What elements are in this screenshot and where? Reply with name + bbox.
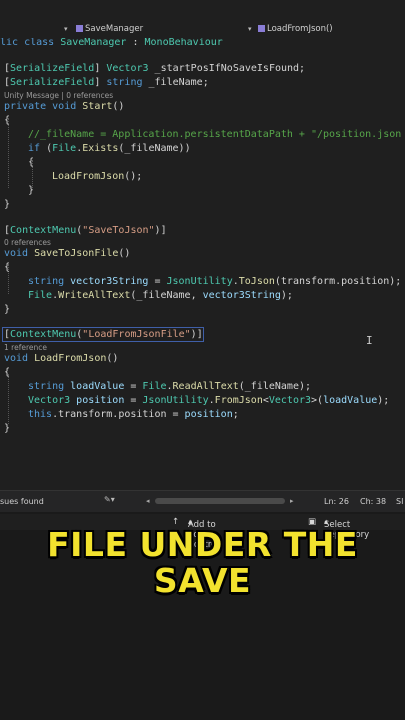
code-line: File.WriteAllText(_fileName, vector3Stri… <box>28 290 293 301</box>
code-line: string vector3String = JsonUtility.ToJso… <box>28 276 402 287</box>
codelens-hint[interactable]: Unity Message | 0 references <box>4 91 113 100</box>
code-line: [ContextMenu("LoadFromJsonFile")] <box>4 329 203 340</box>
class-dropdown[interactable]: SaveManager <box>76 24 143 34</box>
indent-guide <box>8 374 9 424</box>
horizontal-scrollbar[interactable] <box>155 498 285 504</box>
code-line: void LoadFromJson() <box>4 353 119 364</box>
editor-status-bar: sues found ✎▾ ◂ ▸ Ln: 26 Ch: 38 SI <box>0 490 405 513</box>
code-line: } <box>4 423 11 434</box>
code-line: [ContextMenu("SaveToJson")] <box>4 225 167 236</box>
chevron-down-icon[interactable]: ▾ <box>248 25 252 33</box>
navigation-bar: ▾ SaveManager ▾ LoadFromJson() <box>0 22 405 39</box>
brush-icon[interactable]: ✎▾ <box>104 495 115 504</box>
code-line: } <box>4 199 11 210</box>
status-tail: SI <box>396 497 404 506</box>
scroll-left-icon[interactable]: ◂ <box>146 497 150 505</box>
text-cursor-icon: I <box>366 334 373 347</box>
code-editor[interactable]: lic class SaveManager : MonoBehaviour [S… <box>0 38 405 490</box>
code-line: LoadFromJson(); <box>52 171 143 182</box>
code-line: [SerializeField] Vector3 _startPosIfNoSa… <box>4 63 306 74</box>
code-line: [SerializeField] string _fileName; <box>4 77 209 88</box>
code-line: string loadValue = File.ReadAllText(_fil… <box>28 381 312 392</box>
code-line: Vector3 position = JsonUtility.FromJson<… <box>28 395 390 406</box>
codelens-hint[interactable]: 1 reference <box>4 343 47 352</box>
code-line: { <box>4 367 11 378</box>
column-number[interactable]: Ch: 38 <box>360 497 386 506</box>
code-line: { <box>4 115 11 126</box>
method-dropdown[interactable]: LoadFromJson() <box>258 24 333 34</box>
method-icon <box>258 25 265 32</box>
scroll-right-icon[interactable]: ▸ <box>290 497 294 505</box>
indent-guide <box>8 118 9 188</box>
caption-line-2: SAVE <box>153 561 252 600</box>
code-line: void SaveToJsonFile() <box>4 248 131 259</box>
code-line: { <box>4 262 11 273</box>
code-line: } <box>28 185 35 196</box>
line-number[interactable]: Ln: 26 <box>324 497 349 506</box>
code-line: private void Start() <box>4 101 125 112</box>
top-strip <box>0 0 405 22</box>
code-line: lic class SaveManager : MonoBehaviour <box>0 38 223 48</box>
code-line: this.transform.position = position; <box>28 409 239 420</box>
code-line: //_fileName = Application.persistentData… <box>28 129 402 140</box>
code-line: { <box>28 157 35 168</box>
codelens-hint[interactable]: 0 references <box>4 238 51 247</box>
caption-line-1: FILE UNDER THE <box>47 525 358 564</box>
code-line: if (File.Exists(_fileName)) <box>28 143 191 154</box>
issues-status[interactable]: sues found <box>0 497 44 506</box>
code-line: } <box>4 304 11 315</box>
class-icon <box>76 25 83 32</box>
chevron-down-icon[interactable]: ▾ <box>64 25 68 33</box>
